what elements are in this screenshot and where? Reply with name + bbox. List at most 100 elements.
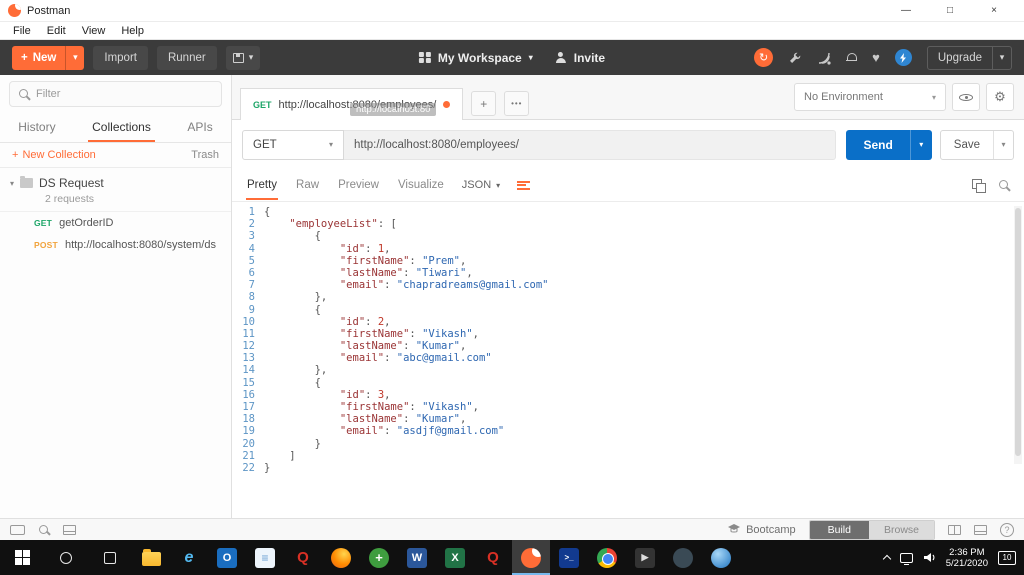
network-icon[interactable] (899, 552, 913, 565)
taskbar-globe-app-icon[interactable] (702, 540, 740, 575)
taskbar-excel-icon[interactable]: X (436, 540, 474, 575)
runner-button[interactable]: Runner (156, 45, 217, 70)
cortana-search-button[interactable] (44, 540, 88, 575)
environment-label: No Environment (804, 91, 883, 103)
new-caret-icon[interactable]: ▾ (66, 52, 84, 63)
browse-button[interactable]: Browse (868, 520, 934, 539)
export-caret-icon: ▾ (248, 52, 254, 62)
view-tab-pretty[interactable]: Pretty (246, 170, 279, 200)
two-pane-icon[interactable] (948, 524, 961, 535)
taskbar-steam-icon[interactable] (664, 540, 702, 575)
request-list-item[interactable]: GET getOrderID (0, 212, 231, 234)
taskbar-word-icon[interactable]: W (398, 540, 436, 575)
save-button[interactable]: Save ▾ (939, 129, 1014, 160)
wrap-lines-icon[interactable] (517, 180, 531, 190)
taskbar-clock[interactable]: 2:36 PM 5/21/2020 (946, 547, 988, 569)
wrench-icon[interactable] (788, 51, 802, 65)
view-tab-visualize[interactable]: Visualize (397, 170, 445, 200)
save-caret-icon[interactable]: ▾ (994, 131, 1013, 159)
line-number: 7 (248, 279, 255, 292)
open-new-button[interactable]: ▾ (225, 45, 261, 70)
upgrade-caret-icon[interactable]: ▾ (993, 52, 1011, 63)
window-title: Postman (27, 4, 71, 17)
tab-apis[interactable]: APIs (183, 113, 216, 142)
send-caret-icon[interactable]: ▾ (911, 130, 932, 160)
maximize-button[interactable]: □ (928, 0, 972, 21)
console-icon[interactable] (63, 524, 76, 535)
new-button[interactable]: + New ▾ (12, 45, 85, 70)
line-number: 3 (248, 230, 255, 243)
scrollbar[interactable] (1014, 206, 1022, 464)
notifications-bell-icon[interactable] (846, 52, 858, 64)
filter-box[interactable] (9, 81, 222, 107)
menu-help[interactable]: Help (114, 25, 151, 37)
tab-collections[interactable]: Collections (88, 113, 155, 142)
taskbar-chrome-icon[interactable] (588, 540, 626, 575)
copy-icon[interactable] (972, 179, 986, 193)
capture-antenna-icon[interactable] (817, 51, 831, 65)
new-tab-button[interactable]: + (471, 91, 497, 116)
windows-logo-icon (14, 550, 30, 565)
close-button[interactable]: × (972, 0, 1016, 21)
task-view-button[interactable] (88, 540, 132, 575)
taskbar-green-app-icon[interactable]: + (360, 540, 398, 575)
line-number: 12 (242, 340, 255, 353)
tray-chevron-up-icon[interactable] (882, 554, 891, 564)
bootcamp-button[interactable]: Bootcamp (728, 524, 796, 536)
taskbar-media-app-icon[interactable]: ▶ (626, 540, 664, 575)
request-list-item[interactable]: POST http://localhost:8080/system/ds (0, 234, 231, 256)
invite-button[interactable]: Invite (555, 51, 605, 65)
find-icon[interactable] (38, 524, 50, 536)
start-button[interactable] (0, 540, 44, 575)
notification-badge[interactable]: 10 (998, 550, 1016, 565)
taskbar-outlook-icon[interactable]: O (208, 540, 246, 575)
sync-status-icon[interactable]: ↻ (754, 48, 774, 67)
taskbar-notepad-icon[interactable]: ≡ (246, 540, 284, 575)
line-number: 11 (242, 327, 255, 340)
code-line: 15 { (232, 377, 1024, 389)
view-tab-preview[interactable]: Preview (337, 170, 380, 200)
taskbar-file-explorer-icon[interactable] (132, 540, 170, 575)
menu-view[interactable]: View (75, 25, 113, 37)
upgrade-button[interactable]: Upgrade ▾ (926, 45, 1012, 70)
tab-history[interactable]: History (14, 113, 59, 142)
minimize-button[interactable]: — (884, 0, 928, 21)
settings-button[interactable]: ⚙ (986, 83, 1014, 111)
line-number: 14 (242, 364, 255, 377)
bolt-help-icon[interactable] (894, 49, 912, 66)
taskbar-red-q-app-icon[interactable]: Q (284, 540, 322, 575)
speaker-icon[interactable] (923, 552, 936, 563)
shortcuts-icon[interactable] (10, 524, 25, 535)
search-response-icon[interactable] (998, 179, 1010, 191)
taskbar-powershell-icon[interactable]: >_ (550, 540, 588, 575)
format-dropdown[interactable]: JSON ▾ (462, 179, 500, 191)
new-collection-button[interactable]: + New Collection (12, 149, 96, 161)
build-button[interactable]: Build (809, 520, 869, 539)
chevron-down-icon[interactable]: ▾ (10, 179, 14, 188)
view-tab-raw[interactable]: Raw (295, 170, 320, 200)
heart-icon[interactable]: ♥ (872, 50, 880, 65)
workspace-selector[interactable]: My Workspace ▾ (418, 51, 533, 65)
menu-file[interactable]: File (6, 25, 38, 37)
taskbar-firefox-icon[interactable] (322, 540, 360, 575)
method-dropdown[interactable]: GET ▾ (242, 129, 344, 160)
method-caret-icon: ▾ (328, 140, 333, 149)
taskbar-red-q-app-2-icon[interactable]: Q (474, 540, 512, 575)
url-input[interactable] (344, 129, 837, 160)
send-button[interactable]: Send ▾ (846, 129, 932, 160)
trash-button[interactable]: Trash (191, 149, 219, 161)
console-drawer-icon[interactable] (974, 524, 987, 535)
menu-edit[interactable]: Edit (40, 25, 73, 37)
filter-input[interactable] (36, 88, 213, 100)
response-body: 1{2 "employeeList": [3 {4 "id": 1, 5 "fir… (232, 202, 1024, 518)
environment-selector[interactable]: No Environment ▾ (794, 83, 946, 111)
help-icon[interactable]: ? (1000, 522, 1014, 537)
taskbar-internet-explorer-icon[interactable]: e (170, 540, 208, 575)
import-button[interactable]: Import (93, 45, 148, 70)
taskbar-postman-icon[interactable] (512, 540, 550, 575)
scrollbar-thumb[interactable] (1015, 208, 1021, 456)
collection-item[interactable]: ▾ DS Request 2 requests (0, 168, 231, 212)
app-toolbar: + New ▾ Import Runner ▾ My Workspace ▾ In… (0, 40, 1024, 75)
environment-preview-button[interactable] (952, 83, 980, 111)
tab-options-button[interactable]: ••• (504, 91, 530, 116)
